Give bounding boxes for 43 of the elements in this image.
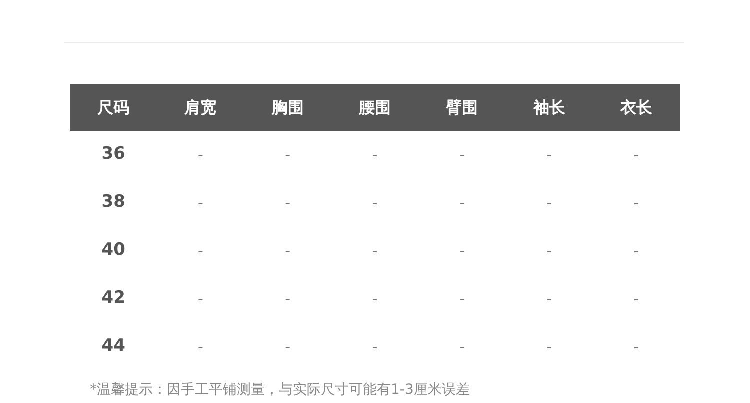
column-header: 臂围 bbox=[445, 96, 480, 118]
table-cell-text: - bbox=[546, 240, 553, 262]
table-cell-text: - bbox=[284, 336, 292, 358]
table-cell-text: - bbox=[197, 240, 204, 262]
table-cell-text: - bbox=[546, 144, 553, 166]
table-cell-text: - bbox=[546, 192, 553, 214]
table-cell-text: - bbox=[632, 144, 640, 166]
table-cell-text: - bbox=[284, 288, 292, 310]
table-cell-text: - bbox=[197, 288, 204, 310]
column-header: 腰围 bbox=[358, 96, 392, 118]
note-text: *温馨提示：因手工平铺测量，与实际尺寸可能有1-3厘米误差 bbox=[90, 382, 470, 398]
column-header: 衣长 bbox=[619, 96, 654, 118]
table-cell-text: - bbox=[371, 240, 379, 262]
table-cell-text: - bbox=[632, 240, 640, 262]
table-cell-text: - bbox=[458, 144, 466, 166]
table-cell-text: - bbox=[197, 336, 204, 358]
table-cell-text: - bbox=[284, 192, 292, 214]
table-cell-text: - bbox=[458, 288, 466, 310]
column-header: 尺码 bbox=[96, 96, 131, 118]
table-cell-text: 44 bbox=[100, 335, 126, 358]
table-cell-text: - bbox=[546, 336, 553, 358]
table-cell-text: 38 bbox=[100, 191, 126, 214]
table-cell-text: - bbox=[546, 288, 553, 310]
column-header: 胸围 bbox=[270, 96, 305, 118]
table-cell-text: - bbox=[458, 336, 466, 358]
table-cell-text: - bbox=[371, 192, 379, 214]
table-cell-text: 40 bbox=[100, 239, 126, 262]
table-cell-text: - bbox=[632, 192, 640, 214]
table-cell-text: - bbox=[458, 240, 466, 262]
table-cell-text: - bbox=[371, 144, 379, 166]
table-cell-text: - bbox=[371, 336, 379, 358]
table-cell-text: - bbox=[458, 192, 466, 214]
table-cell-text: - bbox=[284, 240, 292, 262]
table-cell-text: - bbox=[371, 288, 379, 310]
table-cell-text: - bbox=[197, 144, 204, 166]
table-cell-text: - bbox=[284, 144, 292, 166]
table-cell-text: 36 bbox=[100, 143, 126, 166]
column-header: 袖长 bbox=[532, 96, 566, 118]
column-header: 肩宽 bbox=[183, 96, 218, 118]
table-cell-text: 42 bbox=[100, 287, 126, 310]
table-cell-text: - bbox=[632, 336, 640, 358]
table-cell-text: - bbox=[197, 192, 204, 214]
table-cell-text: - bbox=[632, 288, 640, 310]
